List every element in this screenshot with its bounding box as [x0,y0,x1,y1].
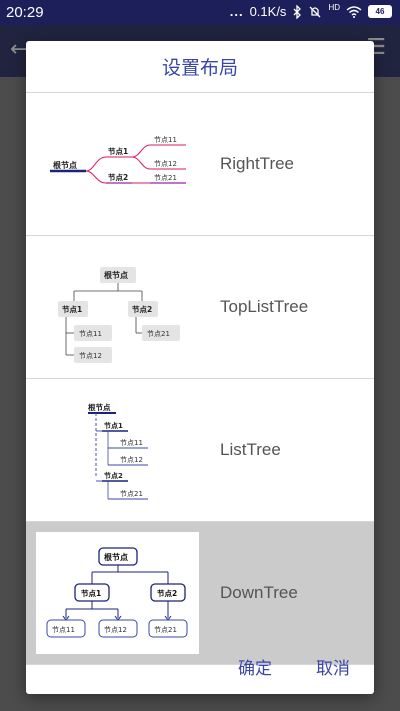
tree-leaf-label: 节点21 [154,174,177,182]
tree-node-label: 节点1 [81,588,101,598]
tree-node-label: 节点2 [108,172,128,182]
tree-node-label: 节点2 [132,304,152,314]
option-label: RightTree [220,154,295,173]
tree-leaf-label: 节点12 [79,352,102,360]
dialog-title: 设置布局 [26,41,374,93]
mute-icon [309,6,321,17]
tree-leaf-label: 节点12 [104,626,127,634]
tree-leaf-label: 节点11 [52,626,75,634]
layout-dialog: 设置布局 根节点 节点1 节点2 节点11 节点12 节点21 RightTre… [26,41,374,694]
tree-leaf-label: 节点12 [120,456,143,464]
layout-option-righttree[interactable]: 根节点 节点1 节点2 节点11 节点12 节点21 RightTree [26,93,374,236]
tree-node-label: 节点1 [108,146,128,156]
option-label: ListTree [220,440,281,459]
tree-root-label: 根节点 [53,160,77,170]
bluetooth-icon [293,4,302,19]
downtree-preview-image: 根节点 节点1 节点2 节点11 节点12 节点21 [36,532,199,654]
status-time: 20:29 [6,4,44,21]
battery-icon: 46 [368,5,392,18]
righttree-preview-image: 根节点 节点1 节点2 节点11 节点12 节点21 [50,136,186,184]
tree-root-label: 根节点 [104,270,128,280]
tree-leaf-label: 节点11 [79,330,102,338]
dialog-actions: 确定 取消 [26,644,374,694]
tree-leaf-label: 节点11 [120,439,143,447]
status-bar: 20:29 ... 0.1K/s HD 46 [0,0,400,25]
toplisttree-preview-image: 根节点 节点1 节点2 节点11 节点12 节点21 [58,267,180,363]
wifi-icon [346,5,362,18]
layout-option-toplisttree[interactable]: 根节点 节点1 节点2 节点11 节点12 节点21 TopListTree [26,236,374,379]
tree-node-label: 节点1 [62,304,82,314]
layout-option-listtree[interactable]: 根节点 节点1 节点11 节点12 节点2 节点21 ListTree [26,379,374,522]
hd-signal-icon: HD [328,3,340,12]
tree-leaf-label: 节点21 [154,626,177,634]
tree-node-label: 节点2 [157,588,177,598]
tree-leaf-label: 节点21 [120,490,143,498]
cancel-button[interactable]: 取消 [316,644,350,694]
tree-leaf-label: 节点12 [154,160,177,168]
listtree-preview-image: 根节点 节点1 节点11 节点12 节点2 节点21 [88,402,148,500]
tree-leaf-label: 节点11 [154,136,177,144]
status-icons: ... 0.1K/s HD 46 [229,3,392,19]
tree-root-label: 根节点 [104,552,128,562]
confirm-button[interactable]: 确定 [238,644,272,694]
option-label: DownTree [220,583,298,602]
network-speed: 0.1K/s [249,4,287,19]
tree-root-label: 根节点 [88,402,111,412]
tree-node-label: 节点1 [104,421,123,430]
option-label: TopListTree [220,297,309,316]
more-notifications-icon: ... [229,4,244,19]
tree-node-label: 节点2 [104,471,123,480]
tree-leaf-label: 节点21 [147,330,170,338]
